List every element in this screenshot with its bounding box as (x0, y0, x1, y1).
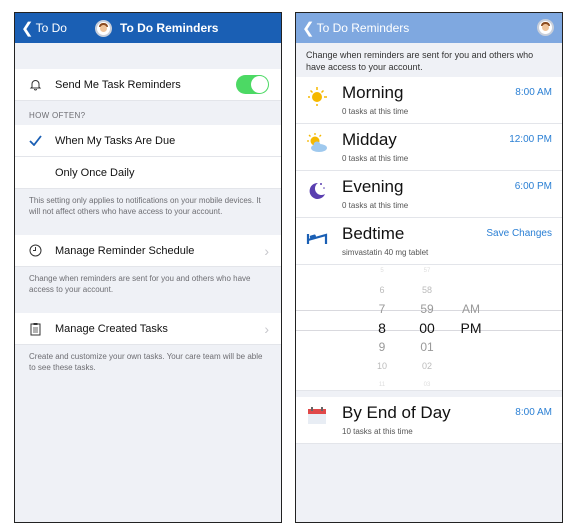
option-when-due[interactable]: When My Tasks Are Due (15, 125, 281, 157)
chevron-left-icon: ❮ (21, 20, 34, 37)
task-reminders-label: Send Me Task Reminders (55, 78, 181, 91)
moon-icon (306, 179, 328, 201)
option-once-daily[interactable]: Only Once Daily (15, 157, 281, 189)
nav-bar: ❮ To Do To Do Reminders (15, 13, 281, 43)
clipboard-icon (15, 322, 55, 336)
slot-bedtime[interactable]: Bedtime Save Changes simvastatin 40 mg t… (296, 218, 562, 265)
reminder-schedule-screen: ❮ To Do Reminders Change when reminders … (295, 12, 563, 523)
slot-time[interactable]: 6:00 PM (515, 181, 552, 192)
schedule-intro: Change when reminders are sent for you a… (296, 43, 562, 77)
back-label: To Do Reminders (316, 21, 410, 35)
manage-tasks-label: Manage Created Tasks (55, 322, 168, 335)
page-title: To Do Reminders (95, 19, 219, 37)
bell-icon (15, 78, 55, 91)
task-reminders-row: Send Me Task Reminders (15, 69, 281, 101)
manage-schedule-label: Manage Reminder Schedule (55, 244, 195, 257)
avatar[interactable] (537, 19, 554, 36)
back-label: To Do (35, 21, 67, 35)
slot-evening[interactable]: Evening 6:00 PM 0 tasks at this time (296, 171, 562, 218)
slot-name: Bedtime (342, 224, 405, 243)
how-often-heading: HOW OFTEN? (29, 111, 86, 120)
slot-name: Morning (342, 83, 404, 102)
back-button[interactable]: ❮ To Do Reminders (296, 19, 409, 37)
slot-time[interactable]: 8:00 AM (515, 407, 552, 418)
option-label: When My Tasks Are Due (55, 134, 176, 147)
slot-name: Midday (342, 130, 397, 149)
slot-midday[interactable]: Midday 12:00 PM 0 tasks at this time (296, 124, 562, 171)
manage-schedule-row[interactable]: Manage Reminder Schedule › (15, 235, 281, 267)
calendar-icon (306, 405, 328, 427)
clock-icon (15, 244, 55, 257)
slot-time[interactable]: 8:00 AM (515, 87, 552, 98)
nav-bar: ❮ To Do Reminders (296, 13, 562, 43)
minute-wheel[interactable]: 57 58 59 00 01 02 03 (412, 262, 442, 395)
slot-count: 0 tasks at this time (342, 201, 409, 210)
slot-end-of-day[interactable]: By End of Day 8:00 AM 10 tasks at this t… (296, 397, 562, 444)
option-label: Only Once Daily (55, 166, 135, 179)
chevron-right-icon: › (264, 320, 269, 337)
setting-note: This setting only applies to notificatio… (29, 196, 261, 216)
hour-wheel[interactable]: 5 6 7 8 9 10 11 (370, 262, 394, 395)
manage-tasks-row[interactable]: Manage Created Tasks › (15, 313, 281, 345)
ampm-wheel[interactable]: AM PM (456, 300, 486, 338)
slot-count: 10 tasks at this time (342, 427, 413, 436)
slot-medication: simvastatin 40 mg tablet (342, 248, 429, 257)
manage-schedule-note: Change when reminders are sent for you a… (29, 274, 251, 294)
slot-name: By End of Day (342, 403, 451, 422)
manage-tasks-note: Create and customize your own tasks. You… (29, 352, 263, 372)
checkmark-icon (15, 135, 55, 146)
sun-icon (306, 85, 328, 107)
bed-icon (306, 226, 328, 248)
sun-cloud-icon (306, 132, 328, 154)
slot-count: 0 tasks at this time (342, 154, 409, 163)
slot-time[interactable]: 12:00 PM (509, 134, 552, 145)
slot-morning[interactable]: Morning 8:00 AM 0 tasks at this time (296, 77, 562, 124)
chevron-right-icon: › (264, 242, 269, 259)
avatar[interactable] (95, 19, 112, 37)
back-button[interactable]: ❮ To Do (15, 19, 67, 37)
reminders-settings-screen: ❮ To Do To Do Reminders Send Me Task Rem… (14, 12, 282, 523)
slot-count: 0 tasks at this time (342, 107, 409, 116)
save-changes-button[interactable]: Save Changes (486, 228, 552, 239)
time-picker[interactable]: 5 6 7 8 9 10 11 57 58 59 00 01 02 03 AM … (296, 265, 562, 391)
page-title-text: To Do Reminders (120, 21, 219, 35)
chevron-left-icon: ❮ (302, 20, 315, 37)
slot-name: Evening (342, 177, 404, 196)
task-reminders-toggle[interactable] (236, 75, 269, 94)
